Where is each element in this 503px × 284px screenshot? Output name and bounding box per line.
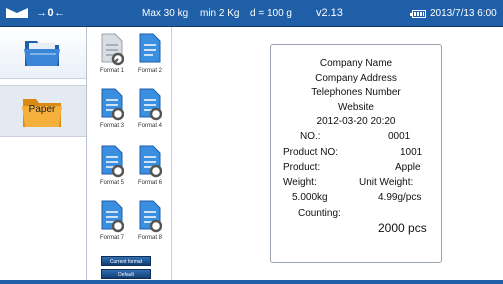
- version: v2.13: [316, 7, 343, 19]
- unit-weight-label: Unit Weight:: [359, 177, 414, 188]
- format-3[interactable]: Format 3: [92, 87, 132, 141]
- product-value: Apple: [395, 162, 421, 173]
- document-icon: [101, 33, 124, 66]
- format-label: Format 6: [137, 180, 162, 186]
- product-no-value: 1001: [400, 147, 423, 158]
- product-no-label: Product NO:: [283, 147, 339, 158]
- datetime: 2013/7/13 6:00: [430, 8, 497, 19]
- default-button[interactable]: Default: [101, 269, 151, 279]
- no-label: NO.:: [300, 131, 321, 142]
- label-preview: Company Name Company Address Telephones …: [270, 44, 442, 263]
- format-7[interactable]: Format 7: [92, 199, 132, 253]
- sidebar-item-paper[interactable]: Paper: [0, 85, 86, 137]
- format-8[interactable]: Format 8: [130, 199, 170, 253]
- folder-icon: [24, 41, 60, 66]
- document-icon: [101, 145, 124, 178]
- no-value: 0001: [388, 131, 411, 142]
- format-label: Format 8: [137, 235, 162, 241]
- website: Website: [338, 102, 374, 113]
- max-capacity: Max 30 kg: [142, 8, 189, 19]
- battery-icon: [410, 10, 426, 18]
- sidebar-item-label: Paper: [28, 104, 56, 115]
- counting-value: 2000 pcs: [378, 221, 427, 235]
- format-label: Format 2: [137, 68, 162, 74]
- counting-label: Counting:: [298, 208, 341, 219]
- format-label: Format 4: [137, 123, 162, 129]
- timestamp: 2012-03-20 20:20: [316, 116, 396, 127]
- document-icon: [139, 200, 162, 233]
- sidebar-item-folder[interactable]: [0, 27, 86, 79]
- format-5[interactable]: Format 5: [92, 144, 132, 198]
- company-name: Company Name: [319, 58, 393, 69]
- product-label: Product:: [283, 162, 321, 173]
- format-label: Format 7: [99, 235, 124, 241]
- document-icon: [139, 33, 161, 63]
- weight-label: Weight:: [283, 177, 317, 188]
- format-6[interactable]: Format 6: [130, 144, 170, 198]
- sidebar: Paper: [0, 27, 87, 284]
- unit-weight-value: 4.99g/pcs: [378, 192, 422, 203]
- status-bar: →0← Max 30 kg min 2 Kg d = 100 g v2.13 2…: [0, 0, 503, 27]
- telephone: Telephones Number: [311, 87, 401, 98]
- document-icon: [101, 88, 124, 121]
- format-label: Format 1: [99, 68, 124, 74]
- min-capacity: min 2 Kg: [200, 8, 240, 19]
- current-format-button[interactable]: Current format: [101, 256, 151, 266]
- division: d = 100 g: [250, 8, 292, 19]
- company-address: Company Address: [315, 73, 397, 84]
- format-2[interactable]: Format 2: [130, 32, 170, 86]
- document-icon: [101, 200, 124, 233]
- format-1[interactable]: Format 1: [92, 32, 132, 86]
- format-4[interactable]: Format 4: [130, 87, 170, 141]
- weight-value: 5.000kg: [292, 192, 328, 203]
- document-icon: [139, 145, 162, 178]
- scale-icon: [6, 8, 28, 18]
- format-label: Format 3: [99, 123, 124, 129]
- bottom-bar: [0, 280, 503, 284]
- document-icon: [139, 88, 162, 121]
- format-label: Format 5: [99, 180, 124, 186]
- paper-folder: Paper: [22, 96, 62, 128]
- zero-indicator: →0←: [36, 7, 66, 19]
